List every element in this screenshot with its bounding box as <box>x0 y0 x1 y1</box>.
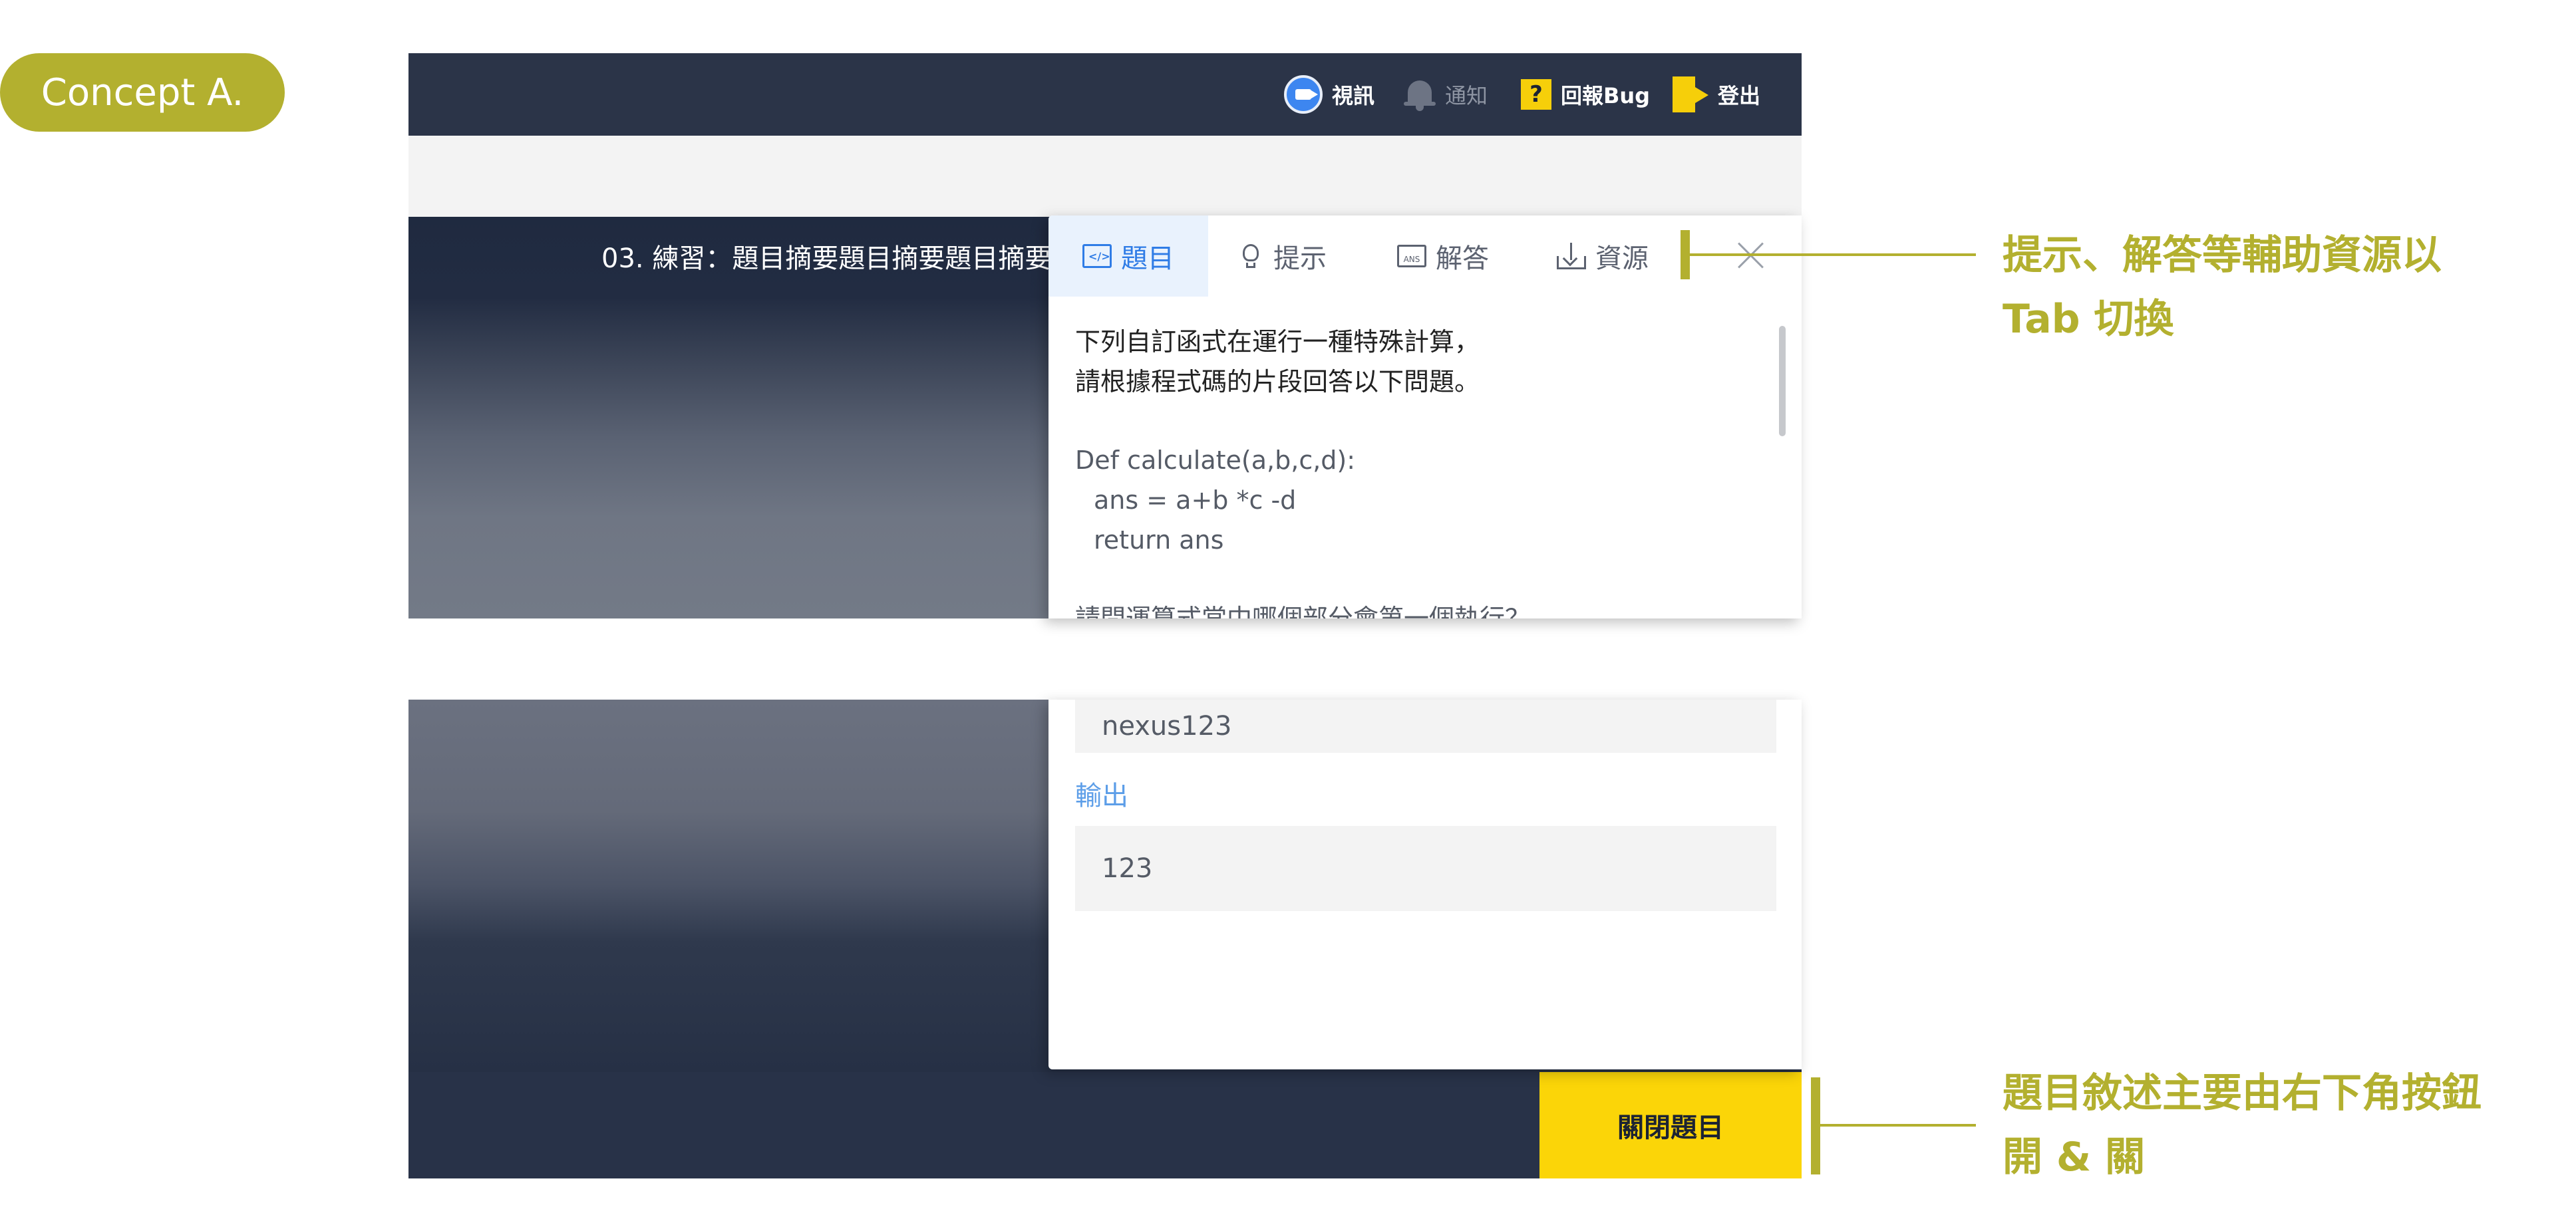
output-example-field: 123 <box>1075 826 1776 911</box>
code-line: ans = a+b *c -d <box>1094 485 1297 515</box>
callout-marker <box>1681 230 1690 279</box>
question-body: 下列自訂函式在運行一種特殊計算， 請根據程式碼的片段回答以下問題。 Def ca… <box>1075 322 1767 618</box>
question-text-line: 下列自訂函式在運行一種特殊計算， <box>1075 327 1480 356</box>
tab-label: 題目 <box>1121 243 1174 274</box>
tab-label: 解答 <box>1436 243 1489 274</box>
scrollbar[interactable] <box>1779 326 1786 436</box>
bug-label: 回報Bug <box>1561 83 1651 108</box>
tab-label: 資源 <box>1595 243 1649 274</box>
toolbar-strip <box>408 136 1802 217</box>
ans-icon <box>1397 245 1426 267</box>
annotation-line: 開 & 關 <box>2003 1134 2146 1180</box>
tab-question[interactable]: 題目 <box>1048 215 1208 297</box>
callout-line <box>1820 1124 1976 1127</box>
video-camera-icon <box>1284 75 1323 114</box>
tab-resources[interactable]: 資源 <box>1557 215 1649 297</box>
input-example-field: nexus123 <box>1075 700 1776 753</box>
output-label: 輸出 <box>1075 781 1128 811</box>
annotation-line: 提示、解答等輔助資源以 <box>2003 232 2442 279</box>
notify-label: 通知 <box>1445 83 1488 108</box>
video-label: 視訊 <box>1332 83 1375 108</box>
concept-label: Concept A. <box>0 53 285 132</box>
question-panel-lower: nexus123 輸出 123 <box>1048 700 1802 1069</box>
tab-hint[interactable]: 提示 <box>1237 215 1327 297</box>
callout-line <box>1690 253 1976 256</box>
notification-button[interactable]: 通知 <box>1404 74 1488 114</box>
code-line: return ans <box>1094 525 1224 555</box>
button-annotation: 題目敘述主要由右下角按鈕 開 & 關 <box>2003 1061 2482 1189</box>
lesson-title: 03. 練習：題目摘要題目摘要題目摘要 <box>601 243 1052 274</box>
callout-marker <box>1811 1077 1820 1174</box>
video-call-button[interactable]: 視訊 <box>1284 74 1374 114</box>
close-question-button[interactable]: 關閉題目 <box>1539 1072 1802 1178</box>
question-icon: ? <box>1521 79 1551 110</box>
question-text-line: 請根據程式碼的片段回答以下問題。 <box>1075 367 1480 396</box>
tab-label: 提示 <box>1273 243 1327 274</box>
bell-icon <box>1404 78 1436 111</box>
logout-label: 登出 <box>1718 83 1761 108</box>
annotation-line: 題目敘述主要由右下角按鈕 <box>2003 1070 2482 1117</box>
code-icon <box>1082 244 1112 268</box>
lightbulb-icon <box>1237 241 1264 271</box>
logout-button[interactable]: 登出 <box>1673 74 1760 114</box>
question-prompt: 請問運算式當中哪個部分會第一個執行？ <box>1075 604 1531 618</box>
annotation-line: Tab 切換 <box>2003 296 2174 342</box>
download-icon <box>1557 243 1586 269</box>
tab-answer[interactable]: 解答 <box>1397 215 1489 297</box>
tabs-annotation: 提示、解答等輔助資源以 Tab 切換 <box>2003 223 2442 351</box>
logout-icon <box>1673 76 1708 112</box>
report-bug-button[interactable]: ? 回報Bug <box>1521 74 1650 114</box>
code-line: Def calculate(a,b,c,d): <box>1075 446 1356 475</box>
